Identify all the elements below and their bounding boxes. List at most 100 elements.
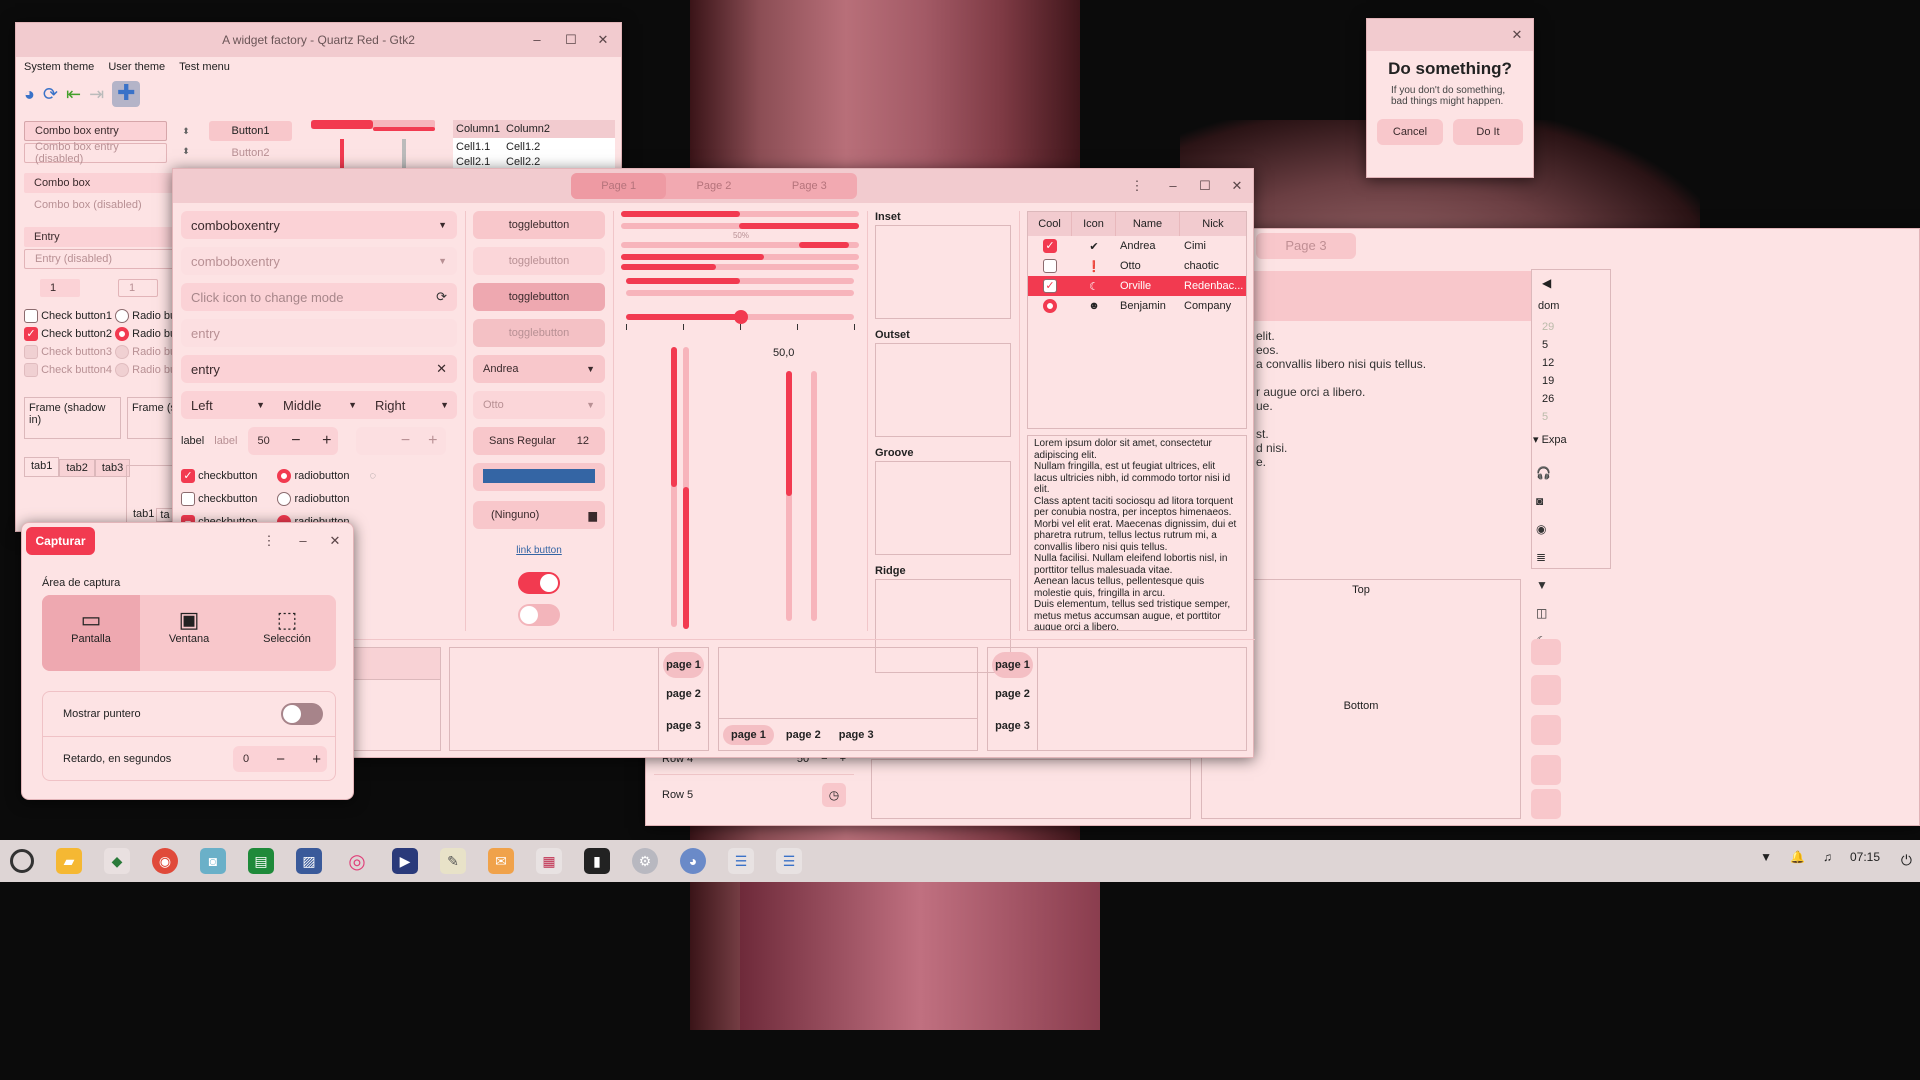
expander[interactable]: ▾ Expa	[1533, 433, 1567, 446]
columns-icon[interactable]: ◫	[1536, 599, 1566, 627]
comboboxentry[interactable]: comboboxentry	[191, 218, 280, 233]
image-viewer-icon[interactable]: ▨	[296, 848, 322, 874]
bottom-tab-1[interactable]: tab1	[133, 508, 154, 522]
close-icon[interactable]: ✕	[327, 533, 343, 549]
togglebutton-1[interactable]: togglebutton	[473, 211, 605, 239]
chrome-icon[interactable]: ◉	[152, 848, 178, 874]
clock-icon[interactable]: ◷	[822, 782, 846, 807]
justify-icon[interactable]: ≣	[1536, 543, 1566, 571]
switch-on[interactable]	[518, 572, 560, 594]
togglebutton-3[interactable]: togglebutton	[473, 283, 605, 311]
scale-3[interactable]	[626, 310, 854, 324]
nb3-page2[interactable]: page 2	[780, 725, 827, 745]
gtk2-treeview[interactable]: Column1 Column2 Cell1.1 Cell1.2 Cell2.1 Cel…	[453, 120, 615, 170]
check-2[interactable]: ✓	[24, 327, 38, 342]
chevron-down-icon[interactable]: ▼	[348, 400, 357, 410]
col-cool[interactable]: Cool	[1028, 212, 1072, 236]
delay-value[interactable]: 0	[243, 753, 249, 765]
right-combo[interactable]: Right	[375, 398, 405, 413]
tab-page-3[interactable]: Page 3	[762, 173, 857, 199]
cool-check[interactable]	[1043, 259, 1057, 273]
vscale-2[interactable]	[683, 347, 689, 629]
chevron-down-icon[interactable]: ▼	[438, 220, 447, 230]
files-icon[interactable]: ▰	[56, 848, 82, 874]
power-icon[interactable]: ⏻	[1901, 852, 1912, 869]
calendar-icon[interactable]: ▦	[536, 848, 562, 874]
gtk-demo-2-icon[interactable]: ☰	[776, 848, 802, 874]
refresh-icon[interactable]: ⟳	[436, 289, 447, 305]
text-view[interactable]: Lorem ipsum dolor sit amet, consectetur …	[1027, 435, 1247, 631]
spiral-icon[interactable]: ◎	[344, 848, 370, 874]
headphones-icon[interactable]: 🎧	[1536, 459, 1566, 487]
combo-box-entry[interactable]: Combo box entry	[24, 121, 167, 141]
radio-1[interactable]	[115, 309, 130, 324]
combo-arrows[interactable]: ⬍ ⬍	[179, 121, 193, 163]
tab-2[interactable]: tab2	[59, 459, 95, 477]
nb4-page3[interactable]: page 3	[988, 710, 1037, 742]
menu-icon[interactable]: ⋮	[1129, 178, 1145, 194]
cancel-button[interactable]: Cancel	[1377, 119, 1443, 145]
spin-button[interactable]: 1	[40, 279, 80, 297]
file-button[interactable]: (Ninguno) ▆	[473, 501, 605, 529]
left-combo[interactable]: Left	[191, 398, 213, 413]
launcher-icon[interactable]	[10, 849, 34, 873]
spin-value[interactable]: 50	[258, 435, 270, 447]
notes-icon[interactable]: ✎	[440, 848, 466, 874]
scale-2[interactable]	[626, 290, 854, 296]
chevron-down-icon[interactable]: ▼	[440, 400, 449, 410]
pointer-switch[interactable]	[281, 703, 323, 725]
radio-2[interactable]	[115, 327, 130, 342]
calendar-day[interactable]: 12	[1542, 354, 1600, 372]
tab-1[interactable]: tab1	[24, 457, 60, 477]
mode-pantalla[interactable]: ▭ Pantalla	[42, 595, 140, 671]
tree-row[interactable]: ✓ ✔ Andrea Cimi	[1028, 236, 1246, 256]
radiobutton-2[interactable]	[277, 492, 292, 507]
nb4-page2[interactable]: page 2	[988, 678, 1037, 710]
combo-box[interactable]: Combo box	[24, 173, 174, 193]
nb4-page1[interactable]: page 1	[992, 652, 1033, 678]
bell-icon[interactable]: 🔔	[1790, 850, 1805, 864]
nb3-page1[interactable]: page 1	[723, 724, 774, 745]
col1-header[interactable]: Column1	[456, 123, 506, 135]
mail-icon[interactable]: ✉	[488, 848, 514, 874]
refresh-icon[interactable]: ⟳	[43, 84, 58, 105]
media-icon[interactable]: ▶	[392, 848, 418, 874]
tree-row[interactable]: ☻ Benjamin Company	[1028, 296, 1246, 316]
close-icon[interactable]: ✕	[1509, 27, 1525, 43]
maximize-icon[interactable]: ☐	[1197, 178, 1213, 194]
link-button[interactable]: link button	[473, 545, 605, 556]
mode-ventana[interactable]: ▣ Ventana	[140, 595, 238, 671]
back-tab-page3[interactable]: Page 3	[1256, 233, 1356, 259]
button-1[interactable]: Button1	[209, 121, 292, 141]
chevron-down-icon[interactable]: ▼	[586, 364, 595, 374]
settings-icon[interactable]: ⚙	[632, 848, 658, 874]
sheets-icon[interactable]: ▤	[248, 848, 274, 874]
menu-system-theme[interactable]: System theme	[24, 61, 94, 73]
gtk2-vscale-1[interactable]	[340, 139, 344, 169]
add-icon[interactable]: ✚	[112, 81, 141, 107]
chevron-down-icon[interactable]: ▼	[256, 400, 265, 410]
maximize-icon[interactable]: ☐	[563, 32, 579, 48]
font-button[interactable]: Sans Regular 12	[473, 427, 605, 455]
treeview[interactable]: Cool Icon Name Nick ✓ ✔ Andrea Cimi ❗ Ot…	[1027, 211, 1247, 429]
music-icon[interactable]: ♫	[1823, 850, 1832, 864]
calendar-day[interactable]: 5	[1542, 336, 1600, 354]
minus-icon[interactable]: −	[276, 751, 285, 768]
minus-icon[interactable]: −	[291, 432, 300, 450]
col2-header[interactable]: Column2	[506, 123, 550, 135]
scale-1[interactable]	[626, 278, 854, 284]
minimize-icon[interactable]: –	[1165, 178, 1181, 194]
back-button-3[interactable]	[1531, 715, 1561, 745]
first-icon[interactable]: ⇤	[66, 84, 81, 105]
calendar-day[interactable]: 29	[1542, 318, 1600, 336]
cool-check[interactable]: ✓	[1043, 279, 1057, 293]
vscale-4[interactable]	[811, 371, 817, 621]
gtk-demo-icon[interactable]: ☰	[728, 848, 754, 874]
widget-factory-icon[interactable]: ◕	[680, 848, 706, 874]
entry-field[interactable]: entry	[191, 362, 220, 377]
do-it-button[interactable]: Do It	[1453, 119, 1523, 145]
combo-andrea[interactable]: Andrea	[483, 363, 518, 375]
cool-radio[interactable]	[1043, 299, 1057, 313]
close-icon[interactable]: ✕	[595, 32, 611, 48]
store-icon[interactable]: ◆	[104, 848, 130, 874]
